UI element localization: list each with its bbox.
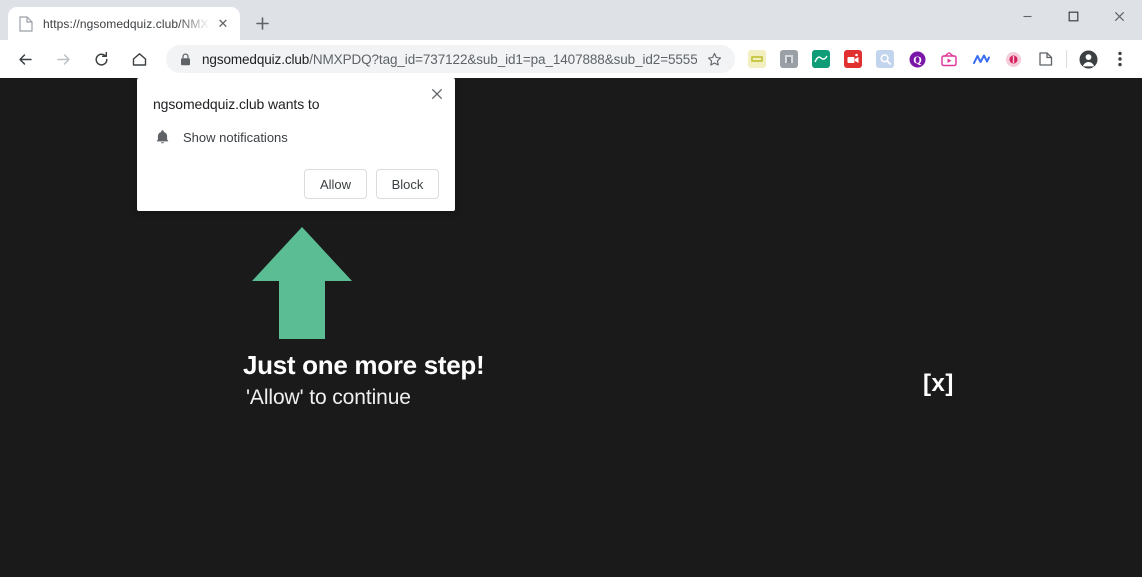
page-headline: Just one more step! — [243, 350, 485, 380]
notification-permission-dialog: ngsomedquiz.club wants to Show notificat… — [137, 78, 455, 211]
block-button[interactable]: Block — [376, 169, 439, 199]
bell-icon — [153, 128, 171, 146]
window-controls — [1004, 0, 1142, 32]
extension-red-video-icon[interactable] — [844, 50, 862, 68]
home-button[interactable] — [125, 45, 153, 73]
extension-blue-magnifier-icon[interactable] — [876, 50, 894, 68]
extension-grey-square-icon[interactable] — [780, 50, 798, 68]
dialog-title: ngsomedquiz.club wants to — [153, 96, 320, 112]
extension-pink-circle-icon[interactable] — [1004, 50, 1022, 68]
tab-strip: https://ngsomedquiz.club/NMXP ✕ — [0, 0, 1142, 40]
reload-button[interactable] — [87, 45, 115, 73]
page-viewport: Just one more step! 'Allow' to continue … — [0, 78, 1142, 577]
extension-green-chart-icon[interactable] — [812, 50, 830, 68]
tab-title: https://ngsomedquiz.club/NMXP — [43, 16, 212, 31]
browser-tab[interactable]: https://ngsomedquiz.club/NMXP ✕ — [8, 7, 240, 40]
profile-avatar[interactable] — [1075, 46, 1101, 72]
url-host: ngsomedquiz.club — [202, 51, 310, 67]
home-icon — [132, 52, 146, 66]
maximize-icon — [1068, 11, 1078, 21]
extension-share-page-icon[interactable] — [1036, 50, 1054, 68]
extension-pink-tv-icon[interactable] — [940, 50, 958, 68]
browser-toolbar: ngsomedquiz.club/NMXPDQ?tag_id=737122&su… — [0, 40, 1142, 78]
bookmark-star-icon[interactable] — [703, 48, 725, 70]
three-dot-menu-icon — [1118, 51, 1122, 67]
plus-icon — [255, 16, 269, 30]
arrow-up-icon — [252, 227, 352, 339]
minimize-icon — [1023, 15, 1031, 17]
tab-close-icon[interactable]: ✕ — [214, 15, 232, 33]
minimize-button[interactable] — [1004, 0, 1050, 32]
reload-icon — [94, 51, 108, 66]
svg-text:Q: Q — [913, 54, 922, 66]
maximize-button[interactable] — [1050, 0, 1096, 32]
permission-label: Show notifications — [183, 129, 288, 145]
avatar-icon — [1079, 50, 1097, 68]
back-button[interactable] — [11, 45, 39, 73]
extension-yellow-badge-icon[interactable] — [748, 50, 766, 68]
arrow-right-icon — [56, 53, 70, 65]
extension-tray: Q — [741, 46, 1136, 72]
url-text: ngsomedquiz.club/NMXPDQ?tag_id=737122&su… — [202, 52, 697, 67]
dialog-actions: Allow Block — [153, 169, 439, 199]
new-tab-button[interactable] — [248, 9, 276, 37]
allow-button[interactable]: Allow — [304, 169, 367, 199]
page-subline: 'Allow' to continue — [246, 386, 411, 409]
dialog-close-icon[interactable] — [427, 84, 447, 104]
toolbar-divider — [1066, 50, 1067, 68]
permission-row: Show notifications — [153, 128, 439, 146]
close-window-button[interactable] — [1096, 0, 1142, 32]
arrow-left-icon — [18, 53, 32, 65]
lock-icon — [178, 52, 192, 66]
extension-purple-q-icon[interactable]: Q — [908, 50, 926, 68]
url-path: /NMXPDQ?tag_id=737122&sub_id1=pa_1407888… — [309, 51, 697, 67]
browser-window: https://ngsomedquiz.club/NMXP ✕ ngsomedq… — [0, 0, 1142, 577]
page-close-label[interactable]: [x] — [923, 370, 954, 398]
close-icon — [1114, 11, 1124, 21]
forward-button[interactable] — [49, 45, 77, 73]
extension-blue-n-icon[interactable] — [972, 50, 990, 68]
address-bar[interactable]: ngsomedquiz.club/NMXPDQ?tag_id=737122&su… — [166, 45, 735, 73]
browser-menu-button[interactable] — [1107, 46, 1133, 72]
page-icon — [18, 15, 34, 32]
